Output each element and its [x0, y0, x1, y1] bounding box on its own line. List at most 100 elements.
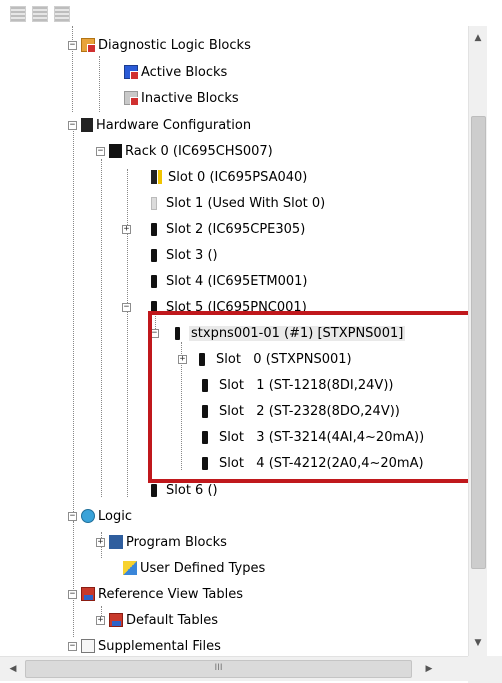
horizontal-scrollbar[interactable]: ◀ III ▶ — [0, 656, 468, 681]
node-label: Slot 2 (IC695CPE305) — [166, 221, 306, 237]
node-label: Hardware Configuration — [96, 117, 252, 133]
empty-slot-icon — [151, 196, 157, 210]
tree-node-reference-view-tables[interactable]: − Reference View Tables — [68, 583, 243, 605]
tree-node-slot-1[interactable]: Slot 1 (Used With Slot 0) — [151, 192, 325, 214]
tree-connector — [99, 56, 100, 112]
project-tree: − Diagnostic Logic Blocks Active Blocks … — [0, 26, 468, 656]
default-tables-icon — [109, 613, 123, 627]
tree-node-hardware-configuration[interactable]: − Hardware Configuration — [68, 114, 251, 136]
node-label: User Defined Types — [140, 560, 266, 576]
node-label: Slot 1 (ST-1218(8DI,24V)) — [219, 377, 394, 393]
scroll-up-icon[interactable]: ▲ — [469, 30, 487, 47]
node-label: Default Tables — [126, 612, 219, 628]
module-icon — [151, 248, 157, 262]
power-supply-icon — [151, 170, 162, 184]
tree-node-slot-3[interactable]: Slot 3 () — [151, 244, 218, 266]
tree-node-active-blocks[interactable]: Active Blocks — [124, 61, 227, 83]
collapse-icon[interactable]: − — [68, 511, 77, 521]
tree-connector — [73, 126, 74, 516]
expand-icon[interactable]: + — [96, 615, 105, 625]
tree-connector — [101, 159, 102, 497]
module-icon — [202, 404, 208, 418]
node-label: Slot 0 (STXPNS001) — [216, 351, 352, 367]
vertical-scroll-thumb[interactable] — [471, 116, 486, 569]
image-view-icon[interactable] — [32, 6, 48, 22]
module-icon — [202, 430, 208, 444]
module-icon — [202, 378, 208, 392]
tree-node-stx-slot-1[interactable]: Slot 1 (ST-1218(8DI,24V)) — [202, 374, 393, 396]
module-icon — [151, 274, 157, 288]
supplemental-files-icon — [81, 639, 95, 653]
device-icon — [175, 326, 180, 340]
node-label: Slot 1 (Used With Slot 0) — [166, 195, 326, 211]
tree-node-logic[interactable]: − Logic — [68, 505, 132, 527]
user-defined-types-icon — [123, 561, 137, 575]
scroll-right-icon[interactable]: ▶ — [420, 660, 438, 678]
tree-node-slot-4[interactable]: Slot 4 (IC695ETM001) — [151, 270, 308, 292]
node-label: Inactive Blocks — [141, 90, 239, 106]
tree-node-rack-0[interactable]: − Rack 0 (IC695CHS007) — [96, 140, 273, 162]
tree-node-default-tables[interactable]: + Default Tables — [96, 609, 218, 631]
node-label: Rack 0 (IC695CHS007) — [125, 143, 273, 159]
module-icon — [151, 222, 157, 236]
tree-node-stx-slot-0[interactable]: + Slot 0 (STXPNS001) — [178, 348, 352, 370]
rack-icon — [109, 144, 122, 158]
tree-node-inactive-blocks[interactable]: Inactive Blocks — [124, 87, 239, 109]
node-label: Supplemental Files — [98, 638, 221, 654]
node-label: Slot 0 (IC695PSA040) — [168, 169, 308, 185]
node-label: Slot 5 (IC695PNC001) — [166, 299, 307, 315]
expand-icon[interactable]: + — [178, 354, 187, 364]
node-label: Slot 4 (IC695ETM001) — [166, 273, 308, 289]
reference-tables-icon — [81, 587, 95, 601]
module-icon — [151, 483, 157, 497]
collapse-icon[interactable]: − — [68, 589, 77, 599]
node-label: Slot 3 (ST-3214(4AI,4~20mA)) — [219, 429, 425, 445]
node-label: Slot 3 () — [166, 247, 218, 263]
active-blocks-icon — [124, 65, 139, 80]
collapse-icon[interactable]: − — [68, 40, 77, 50]
tree-node-stx-slot-2[interactable]: Slot 2 (ST-2328(8DO,24V)) — [202, 400, 400, 422]
tree-node-slot-6[interactable]: Slot 6 () — [151, 479, 218, 501]
module-icon — [202, 456, 208, 470]
module-icon — [199, 352, 205, 366]
tree-node-stxpns001[interactable]: − stxpns001-01 (#1) [STXPNS001] — [150, 322, 406, 344]
tree-node-slot-0[interactable]: Slot 0 (IC695PSA040) — [151, 166, 307, 188]
tree-node-user-defined-types[interactable]: User Defined Types — [123, 557, 265, 579]
tree-node-diagnostic-logic-blocks[interactable]: − Diagnostic Logic Blocks — [68, 34, 251, 56]
vertical-scrollbar[interactable]: ▲ ▼ — [468, 26, 487, 656]
node-label: Logic — [98, 508, 132, 524]
collapse-icon[interactable]: − — [122, 302, 131, 312]
expand-icon[interactable]: + — [96, 537, 105, 547]
collapse-icon[interactable]: − — [96, 146, 105, 156]
node-label: Active Blocks — [141, 64, 228, 80]
toolbar — [10, 3, 70, 25]
scroll-left-icon[interactable]: ◀ — [4, 660, 22, 678]
node-label: Slot 4 (ST-4212(2A0,4~20mA) — [219, 455, 424, 471]
inactive-blocks-icon — [124, 91, 139, 106]
node-label: Slot 2 (ST-2328(8DO,24V)) — [219, 403, 400, 419]
program-blocks-icon — [109, 535, 123, 549]
grid-view-icon[interactable] — [10, 6, 26, 22]
scroll-down-icon[interactable]: ▼ — [469, 635, 487, 652]
logic-icon — [81, 509, 95, 523]
tree-node-slot-2[interactable]: + Slot 2 (IC695CPE305) — [122, 218, 305, 240]
scrollbar-corner — [468, 656, 502, 683]
collapse-icon[interactable]: − — [68, 120, 77, 130]
list-view-icon[interactable] — [54, 6, 70, 22]
tree-connector — [73, 521, 74, 637]
tree-node-stx-slot-3[interactable]: Slot 3 (ST-3214(4AI,4~20mA)) — [202, 426, 424, 448]
module-icon — [151, 300, 157, 314]
collapse-icon[interactable]: − — [68, 641, 77, 651]
node-label: Reference View Tables — [98, 586, 243, 602]
expand-icon[interactable]: + — [122, 224, 131, 234]
node-label: stxpns001-01 (#1) [STXPNS001] — [189, 325, 406, 341]
tree-node-supplemental-files[interactable]: − Supplemental Files — [68, 635, 221, 656]
node-label: Diagnostic Logic Blocks — [98, 37, 251, 53]
node-label: Slot 6 () — [166, 482, 218, 498]
node-label: Program Blocks — [126, 534, 227, 550]
collapse-icon[interactable]: − — [150, 328, 159, 338]
horizontal-scroll-thumb[interactable]: III — [25, 660, 412, 678]
tree-node-stx-slot-4[interactable]: Slot 4 (ST-4212(2A0,4~20mA) — [202, 452, 424, 474]
tree-node-slot-5[interactable]: − Slot 5 (IC695PNC001) — [122, 296, 307, 318]
tree-node-program-blocks[interactable]: + Program Blocks — [96, 531, 227, 553]
